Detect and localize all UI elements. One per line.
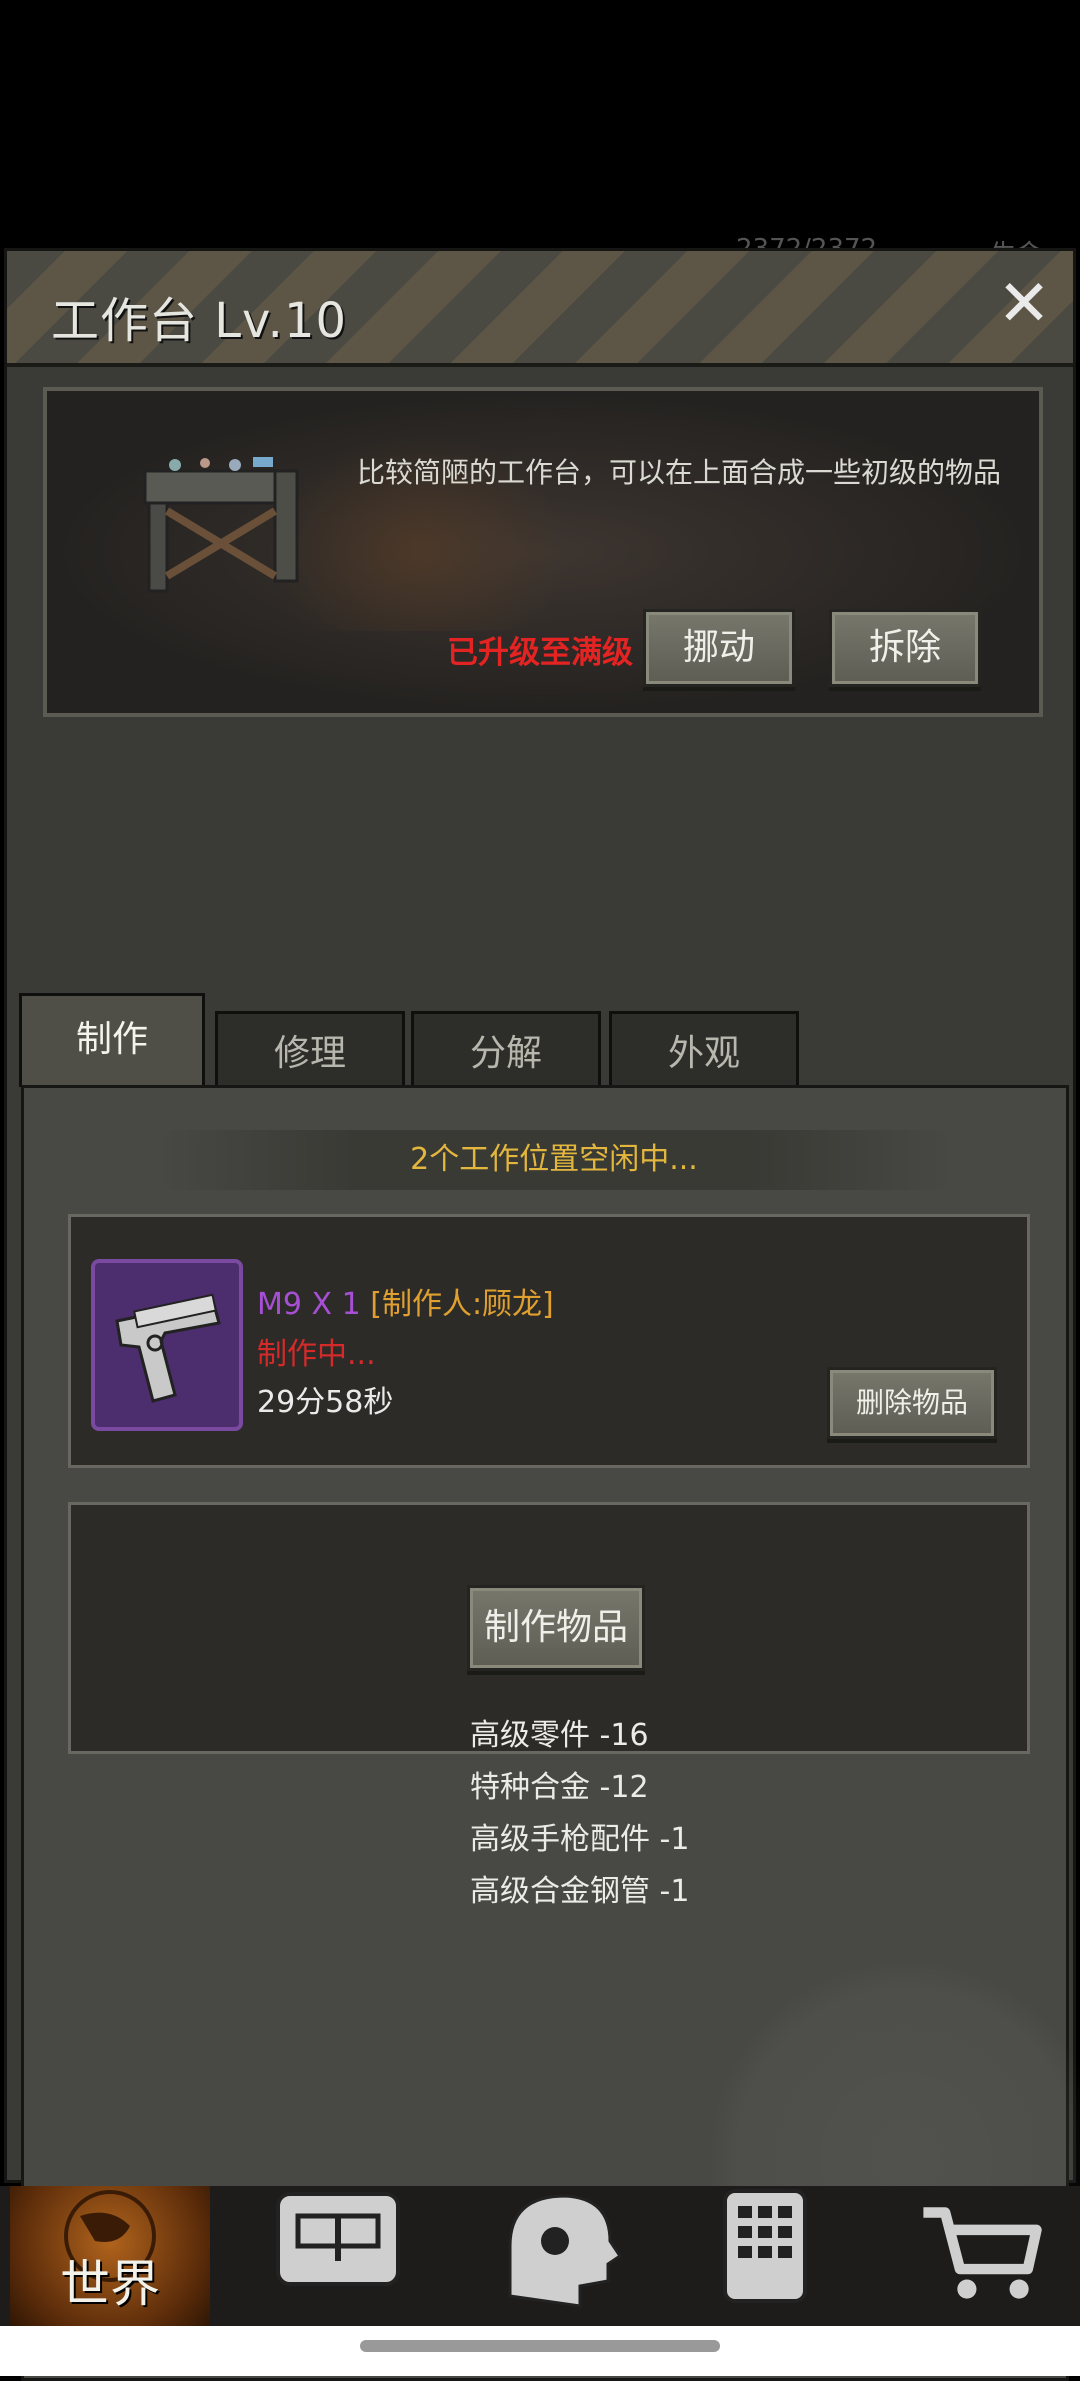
max-level-label: 已升级至满级 (447, 635, 633, 671)
pistol-icon (115, 1293, 221, 1403)
dismantle-button[interactable]: 拆除 (829, 609, 981, 687)
requirement-item: 特种合金 -12 (470, 1770, 649, 1805)
nav-world-label: 世界 (60, 2255, 160, 2313)
nav-shop[interactable] (906, 2186, 1080, 2326)
requirement-item: 高级手枪配件 -1 (470, 1822, 690, 1857)
nav-world[interactable]: 世界 (10, 2186, 210, 2326)
head-gear-icon (508, 2194, 623, 2308)
window-header: 工作台 Lv.10 ✕ (7, 251, 1073, 367)
home-indicator[interactable] (360, 2340, 720, 2352)
job-time-left: 29分58秒 (257, 1385, 394, 1420)
job-status: 制作中... (257, 1337, 376, 1372)
backpack-icon (276, 2192, 400, 2286)
requirements-list: 高级零件 -16 特种合金 -12 高级手枪配件 -1 高级合金钢管 -1 (470, 1710, 689, 1918)
tab-craft[interactable]: 制作 (19, 993, 205, 1087)
requirement-item: 高级合金钢管 -1 (470, 1874, 690, 1909)
workbench-description: 比较简陋的工作台，可以在上面合成一些初级的物品 (357, 456, 1002, 489)
status-bar-area (0, 0, 1080, 250)
cart-icon (923, 2207, 1042, 2299)
nav-skills[interactable] (470, 2186, 670, 2326)
workbench-icon (143, 457, 299, 593)
item-slot[interactable] (91, 1259, 243, 1431)
tab-decompose[interactable]: 分解 (411, 1011, 601, 1095)
close-button[interactable]: ✕ (993, 272, 1055, 336)
tab-appearance[interactable]: 外观 (609, 1011, 799, 1095)
move-button[interactable]: 挪动 (643, 609, 795, 687)
slots-status-banner: 2个工作位置空闲中... (154, 1130, 954, 1190)
delete-item-button[interactable]: 删除物品 (827, 1367, 997, 1439)
window-title: 工作台 Lv.10 (51, 293, 348, 349)
tab-repair[interactable]: 修理 (215, 1011, 405, 1095)
workbench-window: 工作台 Lv.10 ✕ 比较简陋的工作台，可以在上面合成一些初级的物品 已升级至… (4, 248, 1080, 2381)
nav-calculator[interactable] (690, 2186, 890, 2326)
job-crafter: [制作人:顾龙] (370, 1287, 554, 1322)
crafting-job-card: M9 X 1 [制作人:顾龙] 制作中... 29分58秒 删除物品 (68, 1214, 1030, 1468)
job-item-name: M9 X 1 (257, 1287, 361, 1322)
calculator-icon (723, 2189, 807, 2303)
workbench-info-box: 比较简陋的工作台，可以在上面合成一些初级的物品 已升级至满级 挪动 拆除 (43, 387, 1043, 717)
job-item-line: M9 X 1 [制作人:顾龙] (257, 1279, 554, 1323)
nav-backpack[interactable] (258, 2186, 458, 2326)
requirement-item: 高级零件 -16 (470, 1718, 649, 1753)
make-item-button[interactable]: 制作物品 (467, 1585, 645, 1671)
bottom-nav: 世界 (0, 2186, 1080, 2326)
